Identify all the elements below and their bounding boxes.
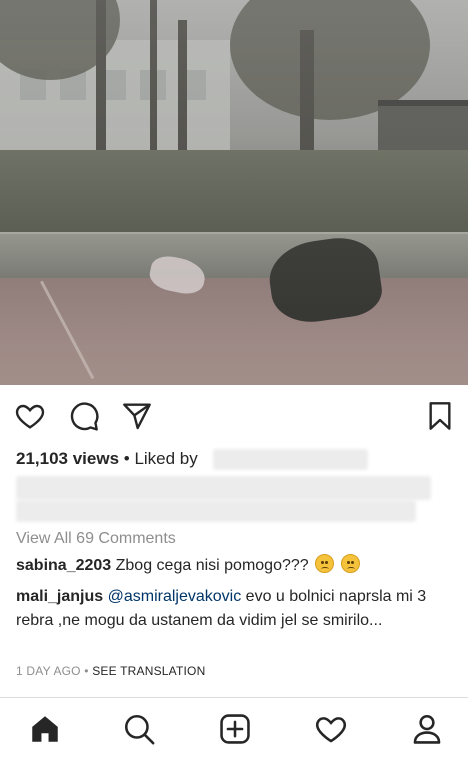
post-action-bar	[0, 385, 468, 445]
frowning-face-emoji	[340, 554, 360, 573]
see-translation-link[interactable]: SEE TRANSLATION	[92, 664, 205, 678]
comment-text: Zbog cega nisi pomogo???	[111, 557, 314, 574]
comment-username[interactable]: sabina_2203	[16, 557, 111, 574]
paper-plane-icon[interactable]	[121, 400, 153, 432]
bottom-nav	[0, 697, 468, 758]
add-post-icon[interactable]	[218, 712, 252, 746]
redacted-caption-line-2	[16, 500, 416, 522]
post-meta: 1 DAY AGO • SEE TRANSLATION	[16, 664, 206, 678]
liked-by-label: Liked by	[134, 449, 198, 468]
comment-username[interactable]: mali_janjus	[16, 588, 103, 605]
slightly-frowning-face-emoji	[315, 554, 335, 573]
comment-bubble-icon[interactable]	[68, 400, 100, 432]
comment-mention[interactable]: @asmiraljevakovic	[108, 588, 242, 605]
heart-activity-icon[interactable]	[314, 712, 348, 746]
heart-icon[interactable]	[14, 400, 46, 432]
search-icon[interactable]	[122, 712, 156, 746]
redacted-liker-names	[213, 449, 368, 470]
views-count[interactable]: 21,103 views	[16, 449, 119, 468]
comment-item: sabina_2203 Zbog cega nisi pomogo???	[16, 554, 456, 578]
bookmark-icon[interactable]	[424, 400, 456, 432]
home-icon[interactable]	[28, 712, 62, 746]
post-video[interactable]	[0, 0, 468, 385]
views-liked-line: 21,103 views • Liked by	[16, 449, 198, 468]
profile-icon[interactable]	[410, 712, 444, 746]
view-all-comments-link[interactable]: View All 69 Comments	[16, 527, 456, 551]
redacted-caption-line-1	[16, 476, 431, 500]
post-time: 1 DAY AGO	[16, 664, 81, 678]
comment-item: mali_janjus @asmiraljevakovic evo u boln…	[16, 585, 456, 633]
